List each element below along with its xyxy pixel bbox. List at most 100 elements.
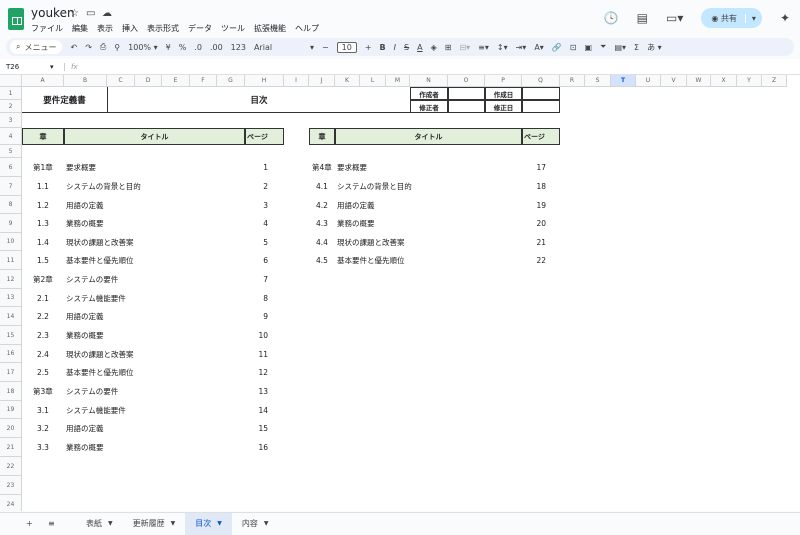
- menu-item-1[interactable]: 編集: [72, 23, 88, 34]
- column-header-Q[interactable]: Q: [522, 75, 560, 87]
- toc-title[interactable]: システムの背景と目的: [335, 177, 522, 196]
- meet-icon[interactable]: ▭▾: [666, 11, 683, 25]
- borders-icon[interactable]: ⊞: [445, 43, 452, 52]
- meta-author-label[interactable]: 作成者: [410, 87, 448, 100]
- increase-decimal-button[interactable]: .00: [210, 43, 223, 52]
- toc-number[interactable]: 2.5: [22, 363, 64, 382]
- vertical-align-icon[interactable]: ↕▾: [497, 43, 508, 52]
- menu-item-5[interactable]: データ: [188, 23, 212, 34]
- toc-title[interactable]: 業務の概要: [64, 326, 245, 345]
- horizontal-align-icon[interactable]: ≡▾: [478, 43, 489, 52]
- row-header-12[interactable]: 12: [0, 270, 22, 289]
- text-color-icon[interactable]: A: [417, 43, 422, 52]
- toc-page[interactable]: 22: [522, 251, 560, 270]
- currency-button[interactable]: ¥: [166, 43, 171, 52]
- toc-page[interactable]: 1: [245, 158, 284, 177]
- star-icon[interactable]: ☆: [70, 8, 79, 19]
- row-header-22[interactable]: 22: [0, 457, 22, 476]
- toc-number[interactable]: 4.1: [309, 177, 335, 196]
- column-header-K[interactable]: K: [335, 75, 360, 87]
- toc-title-cell[interactable]: 目次: [107, 87, 410, 113]
- column-header-R[interactable]: R: [560, 75, 585, 87]
- column-header-A[interactable]: A: [22, 75, 64, 87]
- meta-created[interactable]: [522, 87, 560, 100]
- column-header-B[interactable]: B: [64, 75, 107, 87]
- toc-title[interactable]: 要求概要: [64, 158, 245, 177]
- share-dropdown-icon[interactable]: ▾: [744, 13, 762, 23]
- toc-number[interactable]: 3.3: [22, 438, 64, 457]
- row-header-21[interactable]: 21: [0, 438, 22, 457]
- row-header-18[interactable]: 18: [0, 382, 22, 401]
- toc-number[interactable]: 4.4: [309, 233, 335, 251]
- toc-title[interactable]: システム機能要件: [64, 289, 245, 307]
- toc-title[interactable]: 現状の課題と改善案: [64, 345, 245, 363]
- move-folder-icon[interactable]: ▭: [86, 8, 95, 19]
- number-format-button[interactable]: 123: [231, 43, 246, 52]
- toc-page[interactable]: 13: [245, 382, 284, 401]
- toc-page[interactable]: 14: [245, 401, 284, 419]
- tab-dropdown-icon[interactable]: ▼: [171, 520, 176, 527]
- toc-number[interactable]: 1.1: [22, 177, 64, 196]
- decrease-decimal-button[interactable]: .0: [194, 43, 202, 52]
- column-header-P[interactable]: P: [485, 75, 522, 87]
- toc-header-page[interactable]: ページ: [245, 128, 284, 145]
- toc-title[interactable]: 要求概要: [335, 158, 522, 177]
- column-header-G[interactable]: G: [217, 75, 245, 87]
- toc-number[interactable]: 1.4: [22, 233, 64, 251]
- row-header-10[interactable]: 10: [0, 233, 22, 251]
- fill-color-icon[interactable]: ◈: [431, 43, 437, 52]
- meta-author[interactable]: [448, 87, 485, 100]
- column-header-J[interactable]: J: [309, 75, 335, 87]
- bold-button[interactable]: B: [380, 43, 386, 52]
- column-header-C[interactable]: C: [107, 75, 135, 87]
- chart-icon[interactable]: ▣: [584, 43, 592, 52]
- toc-page[interactable]: 12: [245, 363, 284, 382]
- row-header-15[interactable]: 15: [0, 326, 22, 345]
- undo-icon[interactable]: ↶: [70, 43, 77, 52]
- toc-page[interactable]: 18: [522, 177, 560, 196]
- column-header-I[interactable]: I: [284, 75, 309, 87]
- add-sheet-icon[interactable]: +: [26, 519, 48, 528]
- toc-title[interactable]: システムの背景と目的: [64, 177, 245, 196]
- toc-number[interactable]: 4.5: [309, 251, 335, 270]
- toc-number[interactable]: 第3章: [22, 382, 64, 401]
- toc-title[interactable]: 業務の概要: [64, 214, 245, 233]
- toc-title[interactable]: 基本要件と優先順位: [64, 251, 245, 270]
- italic-button[interactable]: I: [394, 43, 396, 52]
- column-header-Z[interactable]: Z: [762, 75, 787, 87]
- sheet-tab-2[interactable]: 目次 ▼: [185, 512, 232, 535]
- column-header-H[interactable]: H: [245, 75, 284, 87]
- toc-title[interactable]: システム機能要件: [64, 401, 245, 419]
- meta-modified-label[interactable]: 修正日: [485, 100, 522, 113]
- paint-format-icon[interactable]: ⚲: [114, 43, 120, 52]
- percent-button[interactable]: %: [179, 43, 187, 52]
- toc-title[interactable]: 基本要件と優先順位: [64, 363, 245, 382]
- row-header-5[interactable]: 5: [0, 145, 22, 158]
- menu-item-3[interactable]: 挿入: [122, 23, 138, 34]
- row-header-14[interactable]: 14: [0, 307, 22, 326]
- row-header-20[interactable]: 20: [0, 419, 22, 438]
- column-header-E[interactable]: E: [162, 75, 190, 87]
- row-header-24[interactable]: 24: [0, 495, 22, 511]
- toc-title[interactable]: 現状の課題と改善案: [335, 233, 522, 251]
- tab-dropdown-icon[interactable]: ▼: [217, 520, 222, 527]
- doc-title-cell[interactable]: 要件定義書: [22, 87, 107, 113]
- column-header-N[interactable]: N: [410, 75, 448, 87]
- toc-page[interactable]: 9: [245, 307, 284, 326]
- sheets-logo-icon[interactable]: [8, 8, 24, 30]
- toc-page[interactable]: 4: [245, 214, 284, 233]
- toc-page[interactable]: 20: [522, 214, 560, 233]
- name-box-dropdown-icon[interactable]: ▾: [50, 63, 64, 71]
- row-header-4[interactable]: 4: [0, 128, 22, 145]
- text-wrap-icon[interactable]: ⇥▾: [516, 43, 527, 52]
- toc-title[interactable]: 用語の定義: [335, 196, 522, 214]
- column-header-V[interactable]: V: [661, 75, 687, 87]
- column-header-T[interactable]: T: [611, 75, 636, 87]
- toc-number[interactable]: 2.1: [22, 289, 64, 307]
- menu-item-6[interactable]: ツール: [221, 23, 245, 34]
- meta-editor[interactable]: [448, 100, 485, 113]
- toc-number[interactable]: 2.3: [22, 326, 64, 345]
- sheet-tab-1[interactable]: 更新履歴 ▼: [123, 513, 186, 535]
- row-header-2[interactable]: 2: [0, 100, 22, 113]
- row-header-11[interactable]: 11: [0, 251, 22, 270]
